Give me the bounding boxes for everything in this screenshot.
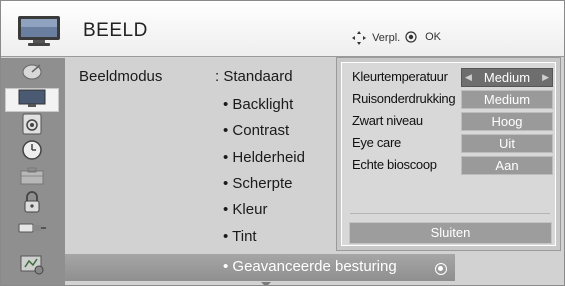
sidebar-item-picture[interactable] (5, 88, 59, 112)
lock-box-icon (19, 166, 45, 191)
ok-button-icon (405, 31, 422, 43)
sidebar-item-time[interactable] (5, 139, 59, 166)
clock-icon (21, 139, 43, 166)
option-value-real-cinema[interactable]: Aan (461, 156, 553, 175)
advanced-control-popup: Kleurtemperatuur ◀ Medium ▶ Ruisonderdru… (336, 57, 561, 251)
move-hint-label: Verpl. (372, 31, 401, 44)
option-value-black-level[interactable]: Hoog (461, 112, 553, 131)
tv-icon (17, 15, 61, 47)
page-title: BEELD (83, 20, 148, 41)
dpad-icon (351, 31, 372, 45)
option-value-eye-care[interactable]: Uit (461, 134, 553, 153)
sidebar-item-support[interactable] (5, 254, 59, 278)
sidebar-item-audio[interactable] (5, 113, 59, 140)
option-label-eye-care: Eye care (352, 135, 401, 150)
scroll-down-icon[interactable] (261, 282, 271, 285)
arrow-right-icon[interactable]: ▶ (542, 69, 549, 86)
popup-divider (350, 213, 550, 214)
category-sidebar (1, 58, 65, 285)
support-icon (19, 253, 45, 280)
menu-item-tint[interactable]: • Tint (223, 228, 257, 245)
padlock-icon (22, 190, 42, 218)
menu-item-backlight[interactable]: • Backlight (223, 96, 293, 113)
ok-indicator-icon (435, 263, 447, 275)
usb-plug-icon (17, 220, 47, 241)
satellite-dish-icon (18, 62, 46, 87)
option-value-color-temperature[interactable]: ◀ Medium ▶ (461, 68, 553, 87)
sidebar-item-options[interactable] (5, 166, 59, 190)
sidebar-item-lock[interactable] (5, 190, 59, 218)
close-button[interactable]: Sluiten (349, 222, 552, 244)
menu-item-sharpness[interactable]: • Scherpte (223, 175, 292, 192)
option-label-color-temperature: Kleurtemperatuur (352, 69, 448, 84)
menu-item-brightness[interactable]: • Helderheid (223, 149, 305, 166)
sidebar-item-usb[interactable] (5, 218, 59, 242)
speaker-icon (20, 113, 44, 140)
arrow-left-icon[interactable]: ◀ (465, 69, 472, 86)
option-label-noise-reduction: Ruisonderdrukking (352, 91, 456, 106)
tv-screen-icon (17, 88, 47, 113)
option-label-real-cinema: Echte bioscoop (352, 157, 437, 172)
menu-header: BEELD Verpl. OK (1, 1, 564, 57)
option-label-black-level: Zwart niveau (352, 113, 423, 128)
menu-item-color[interactable]: • Kleur (223, 201, 267, 218)
option-value-text: Medium (483, 70, 531, 85)
picture-mode-label: Beeldmodus (79, 68, 163, 85)
sidebar-item-channels[interactable] (5, 62, 59, 86)
picture-mode-value[interactable]: : Standaard (215, 68, 293, 85)
move-hint: Verpl. (351, 31, 400, 45)
menu-item-advanced-control[interactable]: • Geavanceerde besturing (223, 258, 397, 275)
popup-body: Kleurtemperatuur ◀ Medium ▶ Ruisonderdru… (341, 62, 556, 246)
tv-settings-menu: BEELD Verpl. OK Beeldmodus: Standaard •… (0, 0, 565, 286)
ok-hint-label: OK (425, 31, 442, 43)
menu-item-contrast[interactable]: • Contrast (223, 122, 289, 139)
option-value-noise-reduction[interactable]: Medium (461, 90, 553, 109)
ok-hint: OK (405, 31, 441, 43)
